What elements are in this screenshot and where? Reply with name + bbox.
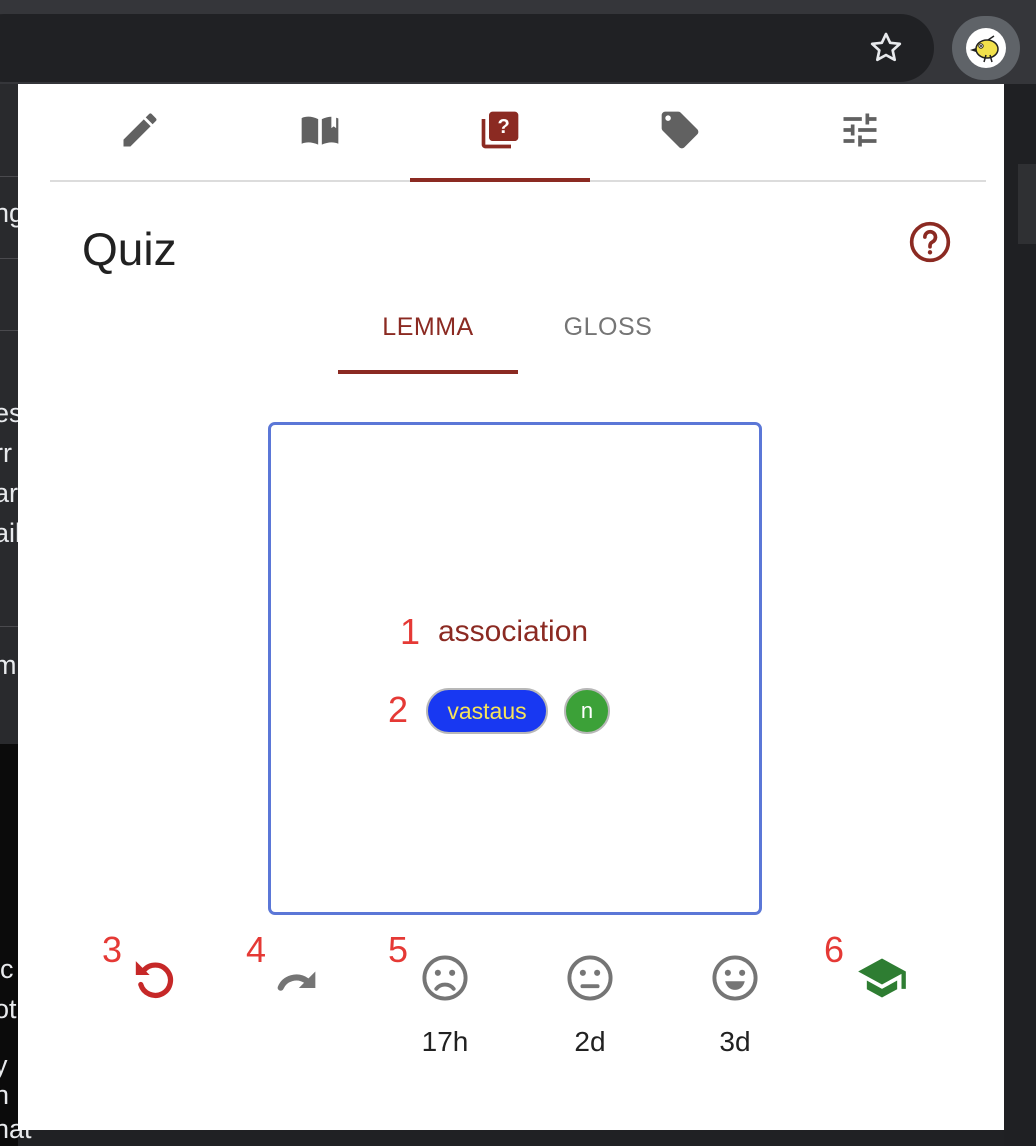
divider	[0, 330, 18, 331]
lemma-text: association	[438, 615, 589, 648]
graduate-button[interactable]	[856, 952, 908, 1004]
rate-hard-button[interactable]	[419, 952, 471, 1004]
tab-tags[interactable]	[590, 84, 770, 180]
interval-easy: 3d	[719, 1026, 751, 1057]
marker-2: 2	[388, 689, 409, 730]
marker-5: 5	[388, 929, 409, 970]
background-block	[1018, 164, 1036, 244]
marker-1: 1	[400, 611, 421, 652]
background-text: y	[0, 1050, 8, 1080]
marker-6: 6	[824, 929, 845, 970]
interval-ok: 2d	[574, 1026, 606, 1057]
quiz-card[interactable]	[268, 422, 762, 915]
tab-lemma[interactable]: LEMMA	[338, 294, 518, 374]
tag-icon	[661, 111, 699, 149]
rate-easy-button[interactable]	[709, 952, 761, 1004]
background-page-left: ng es rr ar ail m ic ot y n hat	[0, 84, 32, 1146]
redo-icon	[277, 971, 316, 991]
extension-bird-icon[interactable]	[966, 28, 1006, 68]
help-icon[interactable]	[908, 220, 952, 264]
sad-face-icon	[422, 955, 468, 1001]
part-of-speech-badge: n	[564, 688, 610, 734]
page-title: Quiz	[82, 223, 177, 275]
tab-settings[interactable]	[770, 84, 950, 180]
interval-hard: 17h	[421, 1026, 469, 1057]
background-text: n	[0, 1080, 10, 1110]
background-text: ot	[0, 994, 17, 1024]
nav-tabs: ?	[50, 84, 986, 182]
pencil-icon	[123, 113, 157, 147]
sliders-icon	[843, 113, 877, 147]
bookmark-star-icon[interactable]	[866, 28, 906, 68]
background-text: ic	[0, 954, 14, 984]
divider	[0, 176, 18, 177]
address-bar[interactable]	[0, 14, 934, 82]
background-text: m	[0, 650, 17, 680]
rate-ok-button[interactable]	[564, 952, 616, 1004]
browser-toolbar	[0, 0, 1036, 84]
gloss-badge: vastaus	[426, 688, 548, 734]
tab-read[interactable]	[230, 84, 410, 180]
divider	[0, 626, 18, 627]
background-page-right	[1004, 84, 1036, 1146]
book-icon	[301, 116, 339, 145]
quiz-mode-tabs: LEMMA GLOSS	[338, 294, 698, 374]
quiz-icon: ?	[481, 111, 519, 149]
svg-text:?: ?	[498, 116, 510, 138]
background-text: ar	[0, 478, 19, 508]
undo-icon	[135, 961, 174, 998]
neutral-face-icon	[567, 955, 613, 1001]
tab-gloss[interactable]: GLOSS	[518, 294, 698, 374]
tab-quiz[interactable]: ?	[410, 84, 590, 182]
marker-3: 3	[102, 929, 123, 970]
tab-edit[interactable]	[50, 84, 230, 180]
background-text: rr	[0, 438, 12, 468]
graduation-cap-icon	[858, 958, 906, 998]
skip-button[interactable]	[272, 952, 324, 1004]
marker-4: 4	[246, 929, 267, 970]
extension-popup: ? Quiz LEMMA GLOSS 1 association 2 vasta…	[18, 84, 1004, 1130]
divider	[0, 258, 18, 259]
undo-button[interactable]	[128, 952, 180, 1004]
happy-face-icon	[712, 955, 758, 1001]
